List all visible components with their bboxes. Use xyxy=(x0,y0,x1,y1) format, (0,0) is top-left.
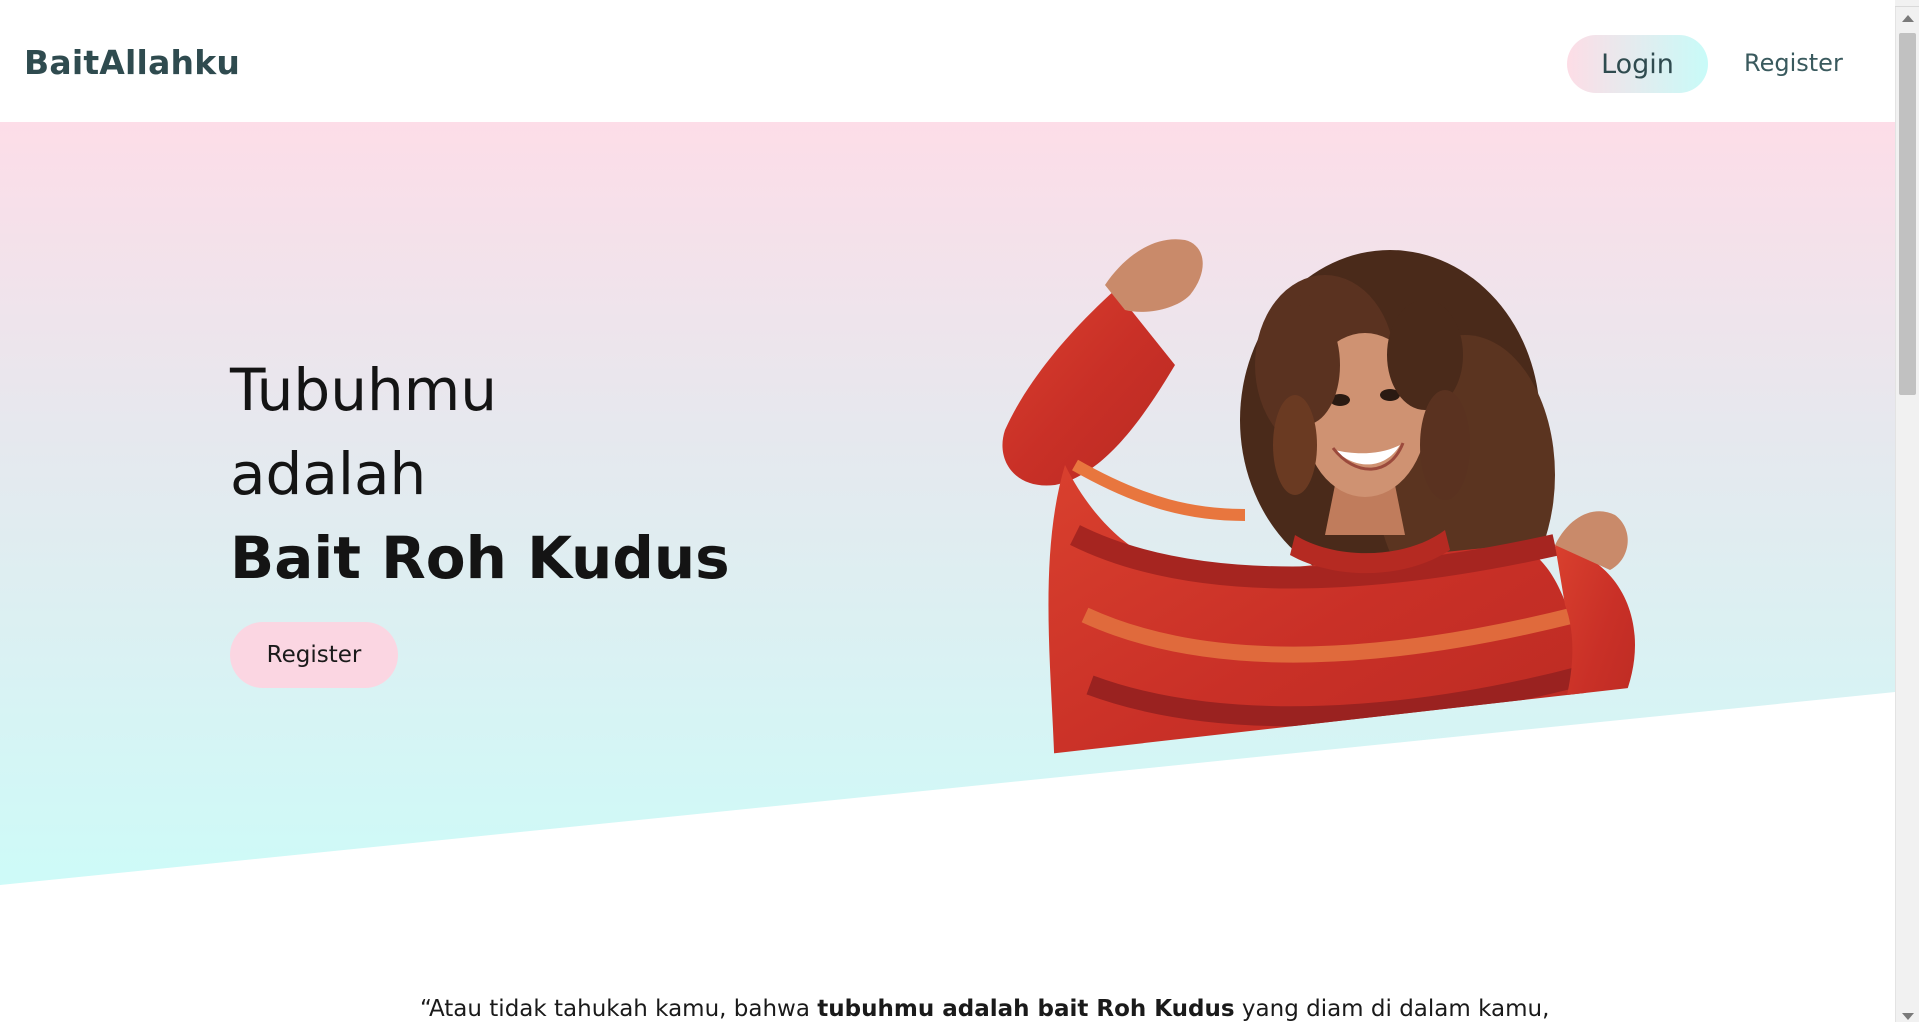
quote-bold: tubuhmu adalah bait Roh Kudus xyxy=(817,996,1235,1022)
quote-part-1: “Atau tidak tahukah kamu, bahwa xyxy=(420,996,818,1022)
hero-register-button[interactable]: Register xyxy=(230,622,398,688)
nav-register-link[interactable]: Register xyxy=(1744,49,1843,77)
brand-logo[interactable]: BaitAllahku xyxy=(24,43,240,82)
bible-quote: “Atau tidak tahukah kamu, bahwa tubuhmu … xyxy=(420,996,1549,1022)
hero-photo xyxy=(1002,239,1635,760)
page-viewport: Tubuhmu adalah Bait Roh Kudus Register B… xyxy=(0,0,1895,1022)
scroll-thumb[interactable] xyxy=(1899,33,1916,395)
headline-line-1: Tubuhmu xyxy=(230,356,497,424)
scroll-up-arrow-icon[interactable] xyxy=(1902,15,1914,22)
headline-line-3: Bait Roh Kudus xyxy=(230,524,730,592)
hero-headline: Tubuhmu adalah Bait Roh Kudus xyxy=(230,348,730,600)
site-header: BaitAllahku Login Register xyxy=(0,7,1895,122)
quote-part-2: yang diam di dalam kamu, xyxy=(1234,996,1550,1022)
scroll-down-arrow-icon[interactable] xyxy=(1902,1013,1914,1020)
headline-line-2: adalah xyxy=(230,440,427,508)
login-button[interactable]: Login xyxy=(1567,35,1708,93)
vertical-scrollbar[interactable] xyxy=(1895,7,1919,1022)
